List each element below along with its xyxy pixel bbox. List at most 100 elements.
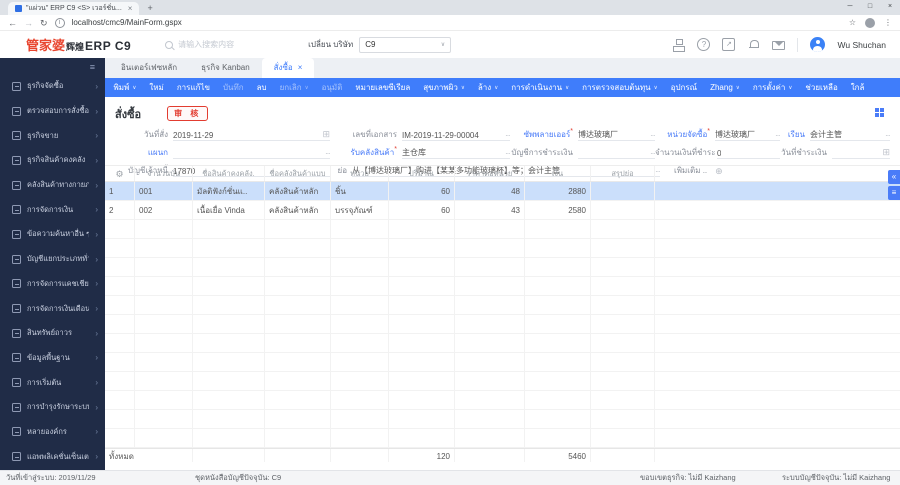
table-empty-row[interactable] xyxy=(105,391,900,410)
sidebar-item-basic-data[interactable]: ข้อมูลพื้นฐาน › xyxy=(0,346,105,371)
toolbar-help[interactable]: ช่วยเหลือ xyxy=(799,81,844,94)
sidebar-item-app-center[interactable]: แอพพลิเคชั่นเซ็นเตอร์ › xyxy=(0,444,105,469)
ellipsis-button[interactable]: ··· xyxy=(647,131,655,140)
table-empty-row[interactable] xyxy=(105,353,900,372)
toolbar-settings[interactable]: การตั้งค่า ∨ xyxy=(746,81,799,94)
table-empty-row[interactable] xyxy=(105,315,900,334)
toolbar-delete[interactable]: ลบ xyxy=(250,81,273,94)
toolbar-edit[interactable]: การแก้ไข xyxy=(170,81,216,94)
table-row[interactable]: 2 002 เนื้อเยื่อ Vinda คลังสินค้าหลัก บร… xyxy=(105,201,900,220)
help-icon[interactable]: ? xyxy=(697,38,711,51)
required-mark: * xyxy=(394,146,397,153)
table-empty-row[interactable] xyxy=(105,429,900,448)
table-empty-row[interactable] xyxy=(105,296,900,315)
toolbar-print[interactable]: พิมพ์ ∨ xyxy=(107,81,143,94)
tab-close-icon[interactable]: × xyxy=(126,4,133,13)
purchase-unit-input[interactable]: 博达玻璃厂 ··· xyxy=(715,129,780,141)
window-minimize-button[interactable]: ─ xyxy=(840,0,860,15)
sidebar-item-cashier[interactable]: การจัดการแคชเชียร์ › xyxy=(0,272,105,297)
ellipsis-button[interactable]: ··· xyxy=(322,149,330,158)
sidebar-collapse-button[interactable]: ≡ xyxy=(0,58,105,74)
field-label: วันที่สั่ง xyxy=(143,130,168,139)
ellipsis-button[interactable]: ··· xyxy=(772,131,780,140)
table-empty-row[interactable] xyxy=(105,220,900,239)
table-row[interactable]: 1 001 มัลติฟังก์ชั่นแ.. คลังสินค้าหลัก ช… xyxy=(105,182,900,201)
bell-icon[interactable] xyxy=(747,38,760,51)
doc-no-input[interactable]: IM-2019-11-29-00004 ··· xyxy=(402,129,510,141)
sidebar-item-finance[interactable]: การจัดการเงิน › xyxy=(0,197,105,222)
toolbar-reports[interactable]: Zhang ∨ xyxy=(704,83,747,92)
org-structure-icon[interactable] xyxy=(672,38,686,52)
ellipsis-button[interactable]: ··· xyxy=(882,131,890,140)
table-empty-row[interactable] xyxy=(105,258,900,277)
close-icon[interactable]: × xyxy=(298,58,303,78)
sidebar-item-multi-org[interactable]: หลายองค์กร › xyxy=(0,420,105,445)
table-empty-row[interactable] xyxy=(105,334,900,353)
new-tab-button[interactable]: + xyxy=(147,2,152,15)
table-empty-row[interactable] xyxy=(105,410,900,429)
sidebar-item-physical-warehouse[interactable]: คลังสินค้าทางกายภาพ › xyxy=(0,173,105,198)
sidebar-item-sales[interactable]: ธุรกิจขาย › xyxy=(0,123,105,148)
attn-input[interactable]: 会计主管 ··· xyxy=(810,129,890,141)
sidebar-item-general-ledger[interactable]: บัญชีแยกประเภททั่วไป › xyxy=(0,247,105,272)
table-empty-row[interactable] xyxy=(105,239,900,258)
user-avatar[interactable] xyxy=(810,37,826,52)
table-empty-row[interactable] xyxy=(105,372,900,391)
toolbar-operation[interactable]: การดำเนินงาน ∨ xyxy=(505,81,576,94)
search-input[interactable] xyxy=(178,40,261,49)
forward-icon[interactable]: → xyxy=(24,16,33,30)
sidebar-item-maintenance[interactable]: การบำรุงรักษาระบบ › xyxy=(0,395,105,420)
export-icon[interactable]: ↗ xyxy=(722,38,736,51)
calendar-icon[interactable]: ⊞ xyxy=(319,129,330,140)
toolbar-tools[interactable]: อุปกรณ์ xyxy=(664,81,703,94)
sidebar-item-payroll[interactable]: การจัดการเงินเดือน › xyxy=(0,296,105,321)
calendar-icon[interactable]: ⊞ xyxy=(879,147,890,158)
payment-date-input[interactable]: ⊞ xyxy=(832,147,890,159)
row-number: 2 xyxy=(105,201,135,219)
browser-tab[interactable]: "แผ่วน" ERP C9 <S> เวอร์ชั่น... × xyxy=(8,2,140,15)
browser-menu-icon[interactable]: ⋮ xyxy=(884,16,892,30)
browser-profile-avatar[interactable] xyxy=(865,17,875,28)
grid-view-icon[interactable] xyxy=(875,108,884,117)
order-date-input[interactable]: 2019-11-29 ⊞ xyxy=(173,129,330,141)
tab-kanban[interactable]: ธุรกิจ Kanban xyxy=(189,58,262,78)
recv-warehouse-input[interactable]: 主仓库 ··· xyxy=(402,147,510,159)
ellipsis-button[interactable]: ··· xyxy=(647,149,655,158)
department-input[interactable]: ··· xyxy=(173,147,330,159)
toolbar-skin[interactable]: สุขภาพผิว ∨ xyxy=(417,81,472,94)
sidebar-item-initialization[interactable]: การเริ่มต้น › xyxy=(0,370,105,395)
sidebar-item-purchase[interactable]: ธุรกิจจัดซื้อ › xyxy=(0,74,105,99)
payment-account-input[interactable]: ··· xyxy=(578,147,655,159)
company-select[interactable]: C9 ∨ xyxy=(359,36,452,53)
panel-list-button[interactable]: ≡ xyxy=(888,186,900,200)
user-name[interactable]: Wu Shuchan xyxy=(837,40,886,50)
panel-expand-button[interactable]: « xyxy=(888,170,900,184)
window-close-button[interactable]: × xyxy=(880,0,900,15)
back-icon[interactable]: ← xyxy=(8,16,17,30)
toolbar-serial-number[interactable]: หมายเลขซีเรียล xyxy=(349,81,417,94)
sidebar-item-fixed-assets[interactable]: สินทรัพย์ถาวร › xyxy=(0,321,105,346)
ellipsis-button[interactable]: ··· xyxy=(502,149,510,158)
tab-main-interface[interactable]: อินเตอร์เฟซหลัก xyxy=(109,58,189,78)
window-maximize-button[interactable]: □ xyxy=(860,0,880,15)
paid-amount-input[interactable]: 0 xyxy=(717,147,780,159)
toolbar-audit-check[interactable]: การตรวจสอบต้นทุน ∨ xyxy=(576,81,665,94)
toolbar-refresh[interactable]: ล้าง ∨ xyxy=(471,81,504,94)
mail-icon[interactable] xyxy=(772,41,786,50)
sidebar-item-label: ตรวจสอบการสั่งซื้อ xyxy=(27,106,89,116)
tab-purchase-order[interactable]: สั่งซื้อ × xyxy=(261,58,315,78)
url-text[interactable]: localhost/cmc9/MainForm.gspx xyxy=(72,18,182,27)
sidebar-item-inventory[interactable]: ธุรกิจสินค้าคงคลัง › xyxy=(0,148,105,173)
supplier-input[interactable]: 博达玻璃厂 ··· xyxy=(578,129,655,141)
site-info-icon[interactable]: i xyxy=(54,17,65,28)
toolbar-new[interactable]: ใหม่ xyxy=(143,81,170,94)
ellipsis-button[interactable]: ··· xyxy=(502,131,510,140)
toolbar-close[interactable]: ใกล้ xyxy=(844,81,871,94)
gear-icon[interactable]: ⚙ xyxy=(105,166,135,181)
browser-addressbar: ← → ↻ i localhost/cmc9/MainForm.gspx ☆ ⋮ xyxy=(0,15,900,31)
table-empty-row[interactable] xyxy=(105,277,900,296)
sidebar-item-queries[interactable]: ข้อความค้นหาอื่น ๆ › xyxy=(0,222,105,247)
refresh-icon[interactable]: ↻ xyxy=(40,16,48,30)
sidebar-item-order-review[interactable]: ตรวจสอบการสั่งซื้อ › xyxy=(0,99,105,124)
bookmark-star-icon[interactable]: ☆ xyxy=(849,16,856,30)
